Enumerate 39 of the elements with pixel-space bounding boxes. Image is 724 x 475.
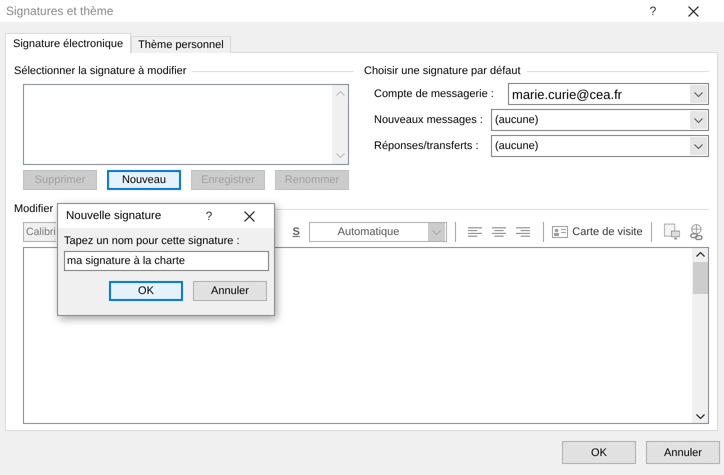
contact-card-icon: [552, 226, 568, 238]
field-label: Tapez un nom pour cette signature :: [64, 235, 240, 247]
align-left-icon[interactable]: [468, 227, 482, 237]
help-button[interactable]: ?: [194, 209, 224, 223]
field-label: Réponses/transferts :: [374, 140, 480, 152]
window-title: Signatures et thème: [6, 4, 114, 18]
underline-button[interactable]: S: [288, 226, 305, 238]
name-field[interactable]: ma signature à la charte: [64, 251, 269, 271]
account-dropdown[interactable]: marie.curie@cea.fr: [508, 83, 709, 105]
dialog-title: Nouvelle signature: [66, 210, 162, 222]
align-center-icon[interactable]: [492, 227, 506, 237]
align-right-icon[interactable]: [516, 227, 530, 237]
picture-icon[interactable]: [664, 223, 680, 241]
group-heading: Modifier: [14, 203, 54, 215]
scroll-up-icon[interactable]: [696, 252, 704, 257]
business-card-button[interactable]: Carte de visite: [552, 226, 643, 238]
tab[interactable]: Thème personnel: [131, 36, 231, 53]
scrollbar[interactable]: [692, 248, 708, 423]
signature-list[interactable]: [23, 84, 349, 165]
close-icon[interactable]: [244, 210, 254, 222]
new-button[interactable]: Nouveau: [107, 170, 181, 190]
scroll-down-icon[interactable]: [696, 414, 704, 419]
signature-dropdown[interactable]: (aucune): [491, 109, 709, 131]
field-label: Compte de messagerie :: [374, 88, 495, 100]
signature-dropdown[interactable]: (aucune): [491, 135, 709, 157]
dialog-button[interactable]: OK: [109, 281, 183, 301]
dialog-button[interactable]: OK: [562, 441, 636, 464]
group-heading: Sélectionner la signature à modifier: [14, 65, 186, 77]
group-heading: Choisir une signature par défaut: [364, 65, 521, 77]
field-label: Nouveaux messages :: [374, 114, 484, 126]
color-dropdown[interactable]: Automatique: [308, 222, 446, 242]
tab[interactable]: Signature électronique: [5, 33, 132, 53]
link-icon[interactable]: [688, 223, 706, 241]
scroll-thumb[interactable]: [692, 262, 708, 294]
dialog-button[interactable]: Annuler: [193, 281, 267, 301]
help-button[interactable]: ?: [638, 4, 668, 18]
close-icon[interactable]: [688, 6, 698, 16]
dialog-button[interactable]: Annuler: [646, 441, 720, 464]
font-dropdown[interactable]: Calibri: [23, 222, 56, 242]
